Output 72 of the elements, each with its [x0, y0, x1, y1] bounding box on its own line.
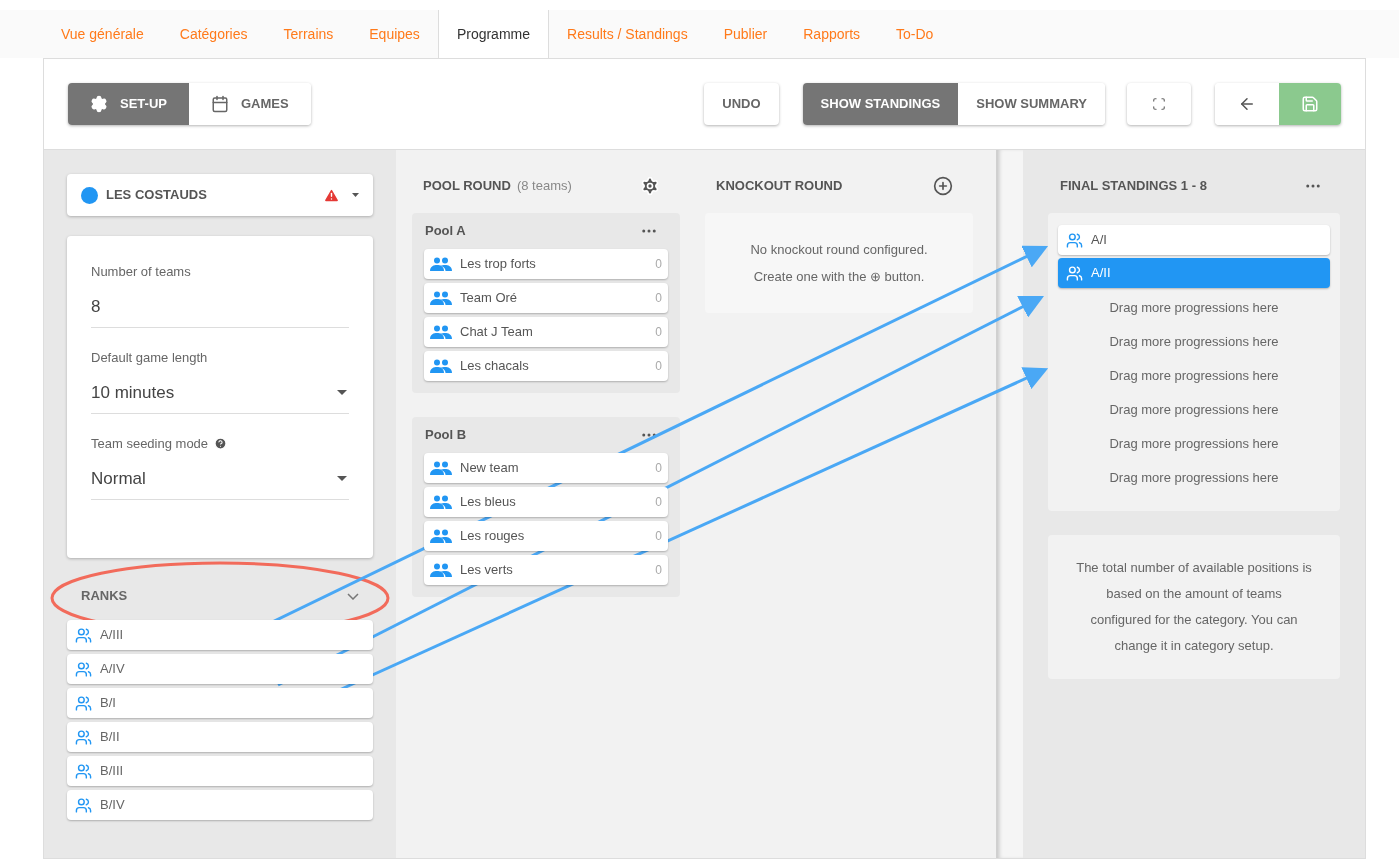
group-outline-icon [75, 626, 92, 644]
games-button[interactable]: GAMES [188, 83, 311, 125]
category-selector[interactable]: LES COSTAUDS [67, 174, 373, 216]
empty-message: Create one with the ⊕ button. [753, 268, 925, 286]
empty-message: No knockout round configured. [750, 240, 928, 259]
pool-round-title: POOL ROUND [423, 177, 511, 196]
final-standings-title: FINAL STANDINGS 1 - 8 [1060, 177, 1207, 196]
team-count: (8 teams) [516, 177, 573, 196]
group-icon [430, 325, 452, 339]
view-toggle-button[interactable]: SHOW SUMMARY [958, 83, 1105, 125]
rank-item[interactable]: B/IV [67, 790, 373, 820]
dropdown-caret-icon [352, 193, 359, 197]
group-outline-icon [75, 660, 92, 678]
group-icon [430, 495, 452, 509]
fullscreen-icon [1152, 97, 1166, 111]
group-outline-icon [75, 762, 92, 780]
knockout-round-title: KNOCKOUT ROUND [716, 177, 843, 196]
select-field[interactable]: 10 minutes [91, 367, 349, 414]
standing-item[interactable]: A/II [1058, 258, 1330, 288]
field-label: Number of teams [91, 263, 191, 281]
help-icon[interactable] [214, 437, 228, 451]
field-label: Default game length [91, 349, 208, 367]
team-item[interactable]: Les trop forts 0 [424, 249, 668, 279]
group-icon [430, 529, 452, 543]
drop-hint: Drag more progressions here [1108, 299, 1280, 317]
team-item[interactable]: New team 0 [424, 453, 668, 483]
view-toggle-button[interactable]: SHOW STANDINGS [802, 83, 959, 125]
group-icon [430, 359, 452, 373]
team-item[interactable]: Team Oré 0 [424, 283, 668, 313]
rank-item[interactable]: B/I [67, 688, 373, 718]
select-field[interactable]: Normal [91, 453, 349, 500]
rank-item[interactable]: B/II [67, 722, 373, 752]
undo-button[interactable]: UNDO [704, 83, 779, 125]
drop-hint: Drag more progressions here [1108, 333, 1280, 351]
rank-item[interactable]: A/III [67, 620, 373, 650]
settings-icon[interactable] [640, 176, 660, 196]
group-outline-icon [1066, 231, 1083, 249]
rank-item[interactable]: A/IV [67, 654, 373, 684]
dropdown-caret-icon [337, 475, 347, 481]
team-item[interactable]: Les bleus 0 [424, 487, 668, 517]
info-card: The total number of available positions is based on the amount of teams configured for the category. You can change it in category setup. [1048, 535, 1340, 679]
group-outline-icon [75, 694, 92, 712]
drop-hint: Drag more progressions here [1108, 401, 1280, 419]
setup-button[interactable]: SET-UP [68, 83, 189, 125]
chevron-icon [347, 592, 359, 600]
group-icon [430, 257, 452, 271]
team-item[interactable]: Les rouges 0 [424, 521, 668, 551]
pool-name: Pool B [425, 426, 467, 445]
group-icon [430, 563, 452, 577]
nav-tab[interactable]: Programme [437, 10, 549, 58]
field-label: Team seeding mode [91, 435, 209, 453]
group-outline-icon [1066, 264, 1083, 282]
calendar-icon [210, 95, 229, 113]
pool-name: Pool A [425, 222, 466, 241]
drop-hint: Drag more progressions here [1108, 367, 1280, 385]
ranks-header[interactable]: RANKS [67, 586, 373, 606]
drop-hint: Drag more progressions here [1108, 469, 1280, 487]
settings-icon [90, 95, 108, 113]
group-icon [430, 291, 452, 305]
team-item[interactable]: Chat J Team 0 [424, 317, 668, 347]
add-icon[interactable] [933, 176, 953, 196]
rank-item[interactable]: B/III [67, 756, 373, 786]
team-item[interactable]: Les chacals 0 [424, 351, 668, 381]
save-icon [1301, 95, 1319, 113]
dropdown-caret-icon [337, 389, 347, 395]
team-item[interactable]: Les verts 0 [424, 555, 668, 585]
input-field[interactable]: 8 [91, 281, 349, 328]
drop-hint: Drag more progressions here [1108, 435, 1280, 453]
group-icon [430, 461, 452, 475]
group-outline-icon [75, 796, 92, 814]
standing-item[interactable]: A/I [1058, 225, 1330, 255]
group-outline-icon [75, 728, 92, 746]
